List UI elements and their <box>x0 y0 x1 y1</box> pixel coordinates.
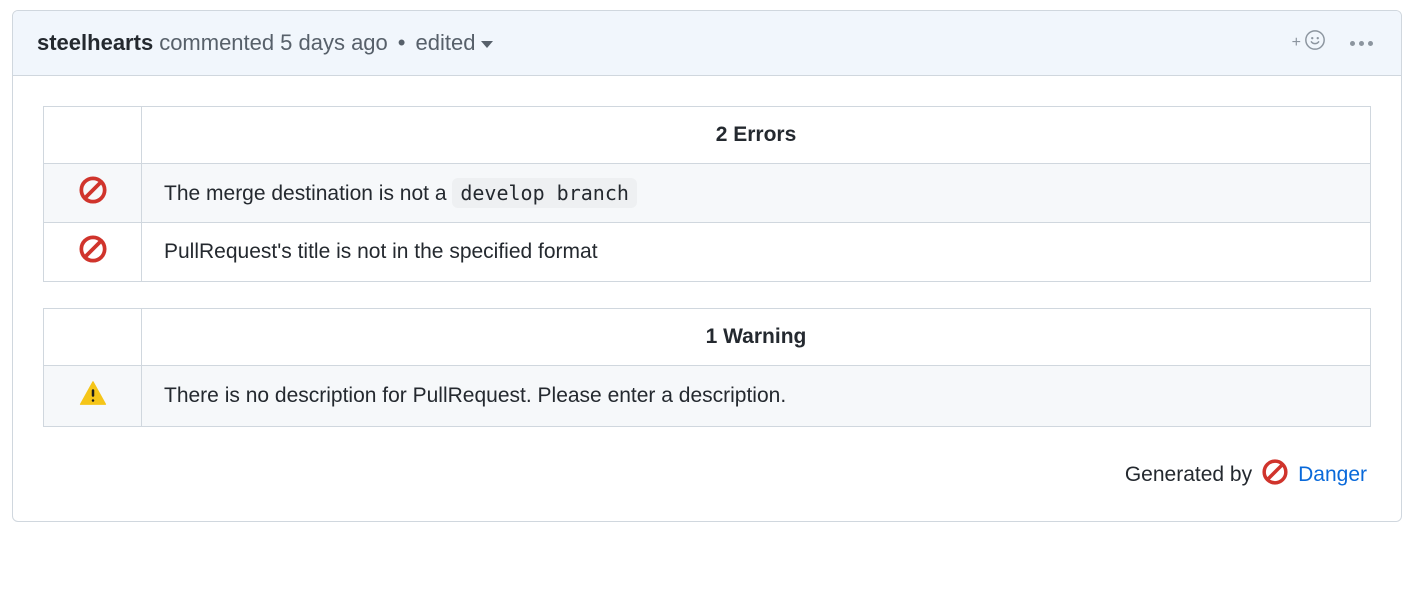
error-message: PullRequest's title is not in the specif… <box>142 223 1371 282</box>
add-reaction-button[interactable]: + <box>1292 29 1326 57</box>
no-entry-icon <box>79 186 107 209</box>
table-row: The merge destination is not a develop b… <box>44 164 1371 223</box>
error-text-before: PullRequest's title is not in the specif… <box>164 240 598 263</box>
comment-header-left: steelhearts commented 5 days ago • edite… <box>37 30 493 56</box>
no-entry-icon <box>79 245 107 268</box>
caret-down-icon <box>481 41 493 48</box>
comment-body: 2 Errors The merge destination is not a … <box>13 76 1401 521</box>
no-entry-icon <box>1262 459 1288 491</box>
relative-time-link[interactable]: 5 days ago <box>280 30 388 56</box>
error-message: The merge destination is not a develop b… <box>142 164 1371 223</box>
warnings-icon-header <box>44 309 142 366</box>
danger-link[interactable]: Danger <box>1298 463 1367 487</box>
smiley-icon <box>1304 29 1326 57</box>
warning-icon <box>78 390 108 413</box>
comment-action: commented <box>159 30 274 56</box>
edited-dropdown[interactable]: edited <box>415 30 493 56</box>
generated-by-label: Generated by <box>1125 463 1252 487</box>
warnings-table: 1 Warning There is no description for Pu… <box>43 308 1371 427</box>
error-text-before: The merge destination is not a <box>164 182 452 205</box>
warning-message: There is no description for PullRequest.… <box>142 366 1371 427</box>
comment-header: steelhearts commented 5 days ago • edite… <box>13 11 1401 76</box>
bullet-separator: • <box>394 30 410 56</box>
table-row: There is no description for PullRequest.… <box>44 366 1371 427</box>
warnings-heading: 1 Warning <box>142 309 1371 366</box>
comment-header-right: + <box>1292 29 1377 57</box>
errors-heading: 2 Errors <box>142 107 1371 164</box>
author-link[interactable]: steelhearts <box>37 30 153 56</box>
edited-label: edited <box>415 30 475 56</box>
errors-table: 2 Errors The merge destination is not a … <box>43 106 1371 282</box>
inline-code: develop branch <box>452 178 637 208</box>
kebab-menu-button[interactable] <box>1346 37 1377 50</box>
plus-icon: + <box>1292 35 1301 51</box>
comment-container: steelhearts commented 5 days ago • edite… <box>12 10 1402 522</box>
generated-by-footer: Generated by Danger <box>43 453 1371 501</box>
table-row: PullRequest's title is not in the specif… <box>44 223 1371 282</box>
errors-icon-header <box>44 107 142 164</box>
